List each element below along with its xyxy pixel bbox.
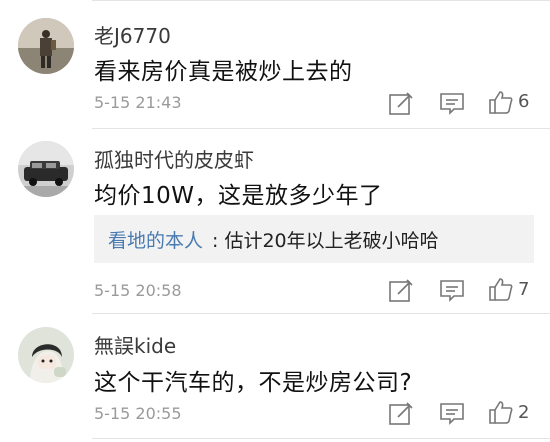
comment-icon[interactable] [439,277,465,303]
comment-text: 均价10W，这是放多少年了 [94,183,383,209]
comment-text: 看来房价真是被炒上去的 [94,59,353,85]
reply-username[interactable]: 看地的本人 [108,226,203,253]
like-count: 7 [518,279,530,300]
divider [92,438,550,439]
user-avatar[interactable] [18,327,74,383]
reply-preview[interactable]: 看地的本人 : 估计20年以上老破小哈哈 [94,215,534,263]
edit-icon[interactable] [388,400,414,426]
comment-time: 5-15 20:58 [94,281,182,300]
comment-list: 老J6770 看来房价真是被炒上去的 5-15 21:43 6 孤独时代的皮皮虾… [0,0,550,442]
avatar-hiker-photo-icon [18,18,74,74]
edit-icon[interactable] [388,90,414,116]
comment-text: 这个干汽车的，不是炒房公司? [94,370,413,396]
username[interactable]: 老J6770 [94,20,171,49]
divider [92,128,550,129]
like-count: 2 [518,402,530,423]
comment-time: 5-15 20:55 [94,404,182,423]
divider [92,0,550,1]
like-icon[interactable] [488,399,514,425]
avatar-anime-photo-icon [18,327,74,383]
user-avatar[interactable] [18,141,74,197]
reply-separator: : [212,230,225,252]
username[interactable]: 孤独时代的皮皮虾 [94,144,254,173]
comment-icon[interactable] [439,400,465,426]
reply-content: 估计20年以上老破小哈哈 [224,230,439,252]
divider [92,313,550,314]
avatar-car-photo-icon [18,141,74,197]
edit-icon[interactable] [388,277,414,303]
reply-text: : 估计20年以上老破小哈哈 [212,226,439,253]
like-icon[interactable] [488,89,514,115]
comment-time: 5-15 21:43 [94,93,182,112]
user-avatar[interactable] [18,18,74,74]
like-icon[interactable] [488,276,514,302]
comment-icon[interactable] [439,90,465,116]
username[interactable]: 無誤kide [94,330,176,359]
like-count: 6 [518,91,530,112]
